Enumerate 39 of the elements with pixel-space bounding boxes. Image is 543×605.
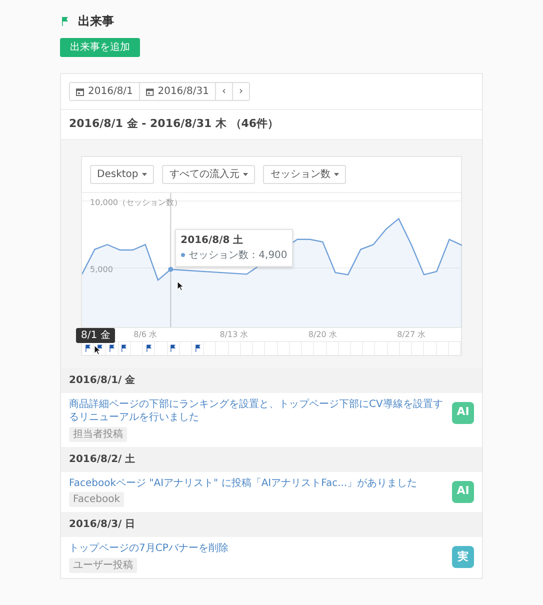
y-axis-label: 10,000（セッション数） [90,198,182,207]
tooltip-value: セッション数：4,900 [188,248,288,263]
start-date-field[interactable]: 2016/8/1 [70,83,140,100]
event-tag: ユーザー投稿 [69,558,137,572]
calendar-icon [146,88,154,96]
author-avatar: 実 [452,546,474,568]
caret-icon [142,172,148,176]
page-title: 出来事 [78,13,114,30]
caret-icon [243,172,248,176]
event-tag: 担当者投稿 [69,426,127,442]
flag-icon [60,16,70,26]
date-header: 2016/8/2/ 土 [61,446,482,472]
filter-dropdown[interactable]: Desktop [90,164,154,184]
x-axis-label: 8/20 水 [308,330,337,338]
flag-icon [194,344,202,352]
flag-icon [169,344,178,352]
event-link[interactable]: 商品詳細ページの下部にランキングを設置と、トップページ下部にCV導線を設置するリニューアルを行いました [69,398,444,424]
y-axis-label: 5,000 [90,264,113,274]
data-point [168,266,174,272]
filter-dropdown[interactable]: セッション数 [263,164,346,184]
date-tooltip: 8/1 金 [76,328,116,342]
author-avatar: AI [452,480,474,502]
x-axis-label: 8/13 水 [220,330,248,338]
date-header: 2016/8/1/ 金 [61,368,482,392]
calendar-icon [76,88,84,96]
caret-icon [334,172,340,176]
cursor-icon [176,280,184,291]
filter-dropdown[interactable]: すべての流入元 [162,164,256,184]
event-tag: Facebook [69,492,124,507]
event-link[interactable]: Facebookページ "AIアナリスト" に投稿「AIアナリストFac...」がありました [69,476,444,490]
x-axis-label: 8/27 水 [397,330,426,338]
author-avatar: AI [452,402,474,424]
date-header: 2016/8/3/ 日 [61,512,482,537]
x-axis-label: 8/6 水 [134,330,158,338]
range-title: 2016/8/1 金 - 2016/8/31 木 （46件） [61,109,482,140]
tooltip-title: 2016/8/8 土 [180,234,244,248]
series-dot [180,253,185,258]
event-link[interactable]: トップページの7月CPバナーを削除 [69,542,444,556]
flag-icon [144,344,153,352]
